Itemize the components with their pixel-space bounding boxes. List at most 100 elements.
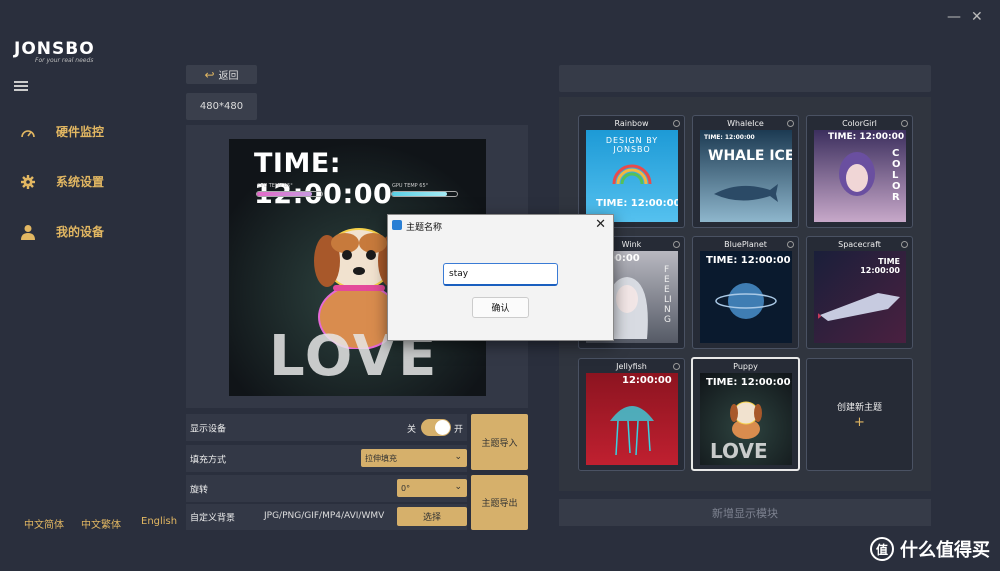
theme-radio[interactable] <box>673 241 680 248</box>
display-device-label: 显示设备 <box>190 424 227 434</box>
theme-card-whaleice[interactable]: WhaleIce TIME: 12:00:00 WHALE ICE <box>692 115 799 228</box>
preview-gpu-bar <box>391 191 458 197</box>
theme-thumbnail: TIME: 12:00:00 <box>700 251 792 343</box>
theme-name: Puppy <box>733 362 758 371</box>
gear-icon <box>20 174 36 190</box>
gauge-icon <box>20 124 36 140</box>
theme-card-blueplanet[interactable]: BluePlanet TIME: 12:00:00 <box>692 236 799 349</box>
nav-system-settings[interactable]: 系统设置 <box>20 173 104 190</box>
theme-time: TIME: 12:00:00 <box>596 198 678 209</box>
rotation-select[interactable]: 0° ⌄ <box>397 479 467 497</box>
theme-export-button[interactable]: 主题导出 <box>471 475 528 530</box>
theme-card-colorgirl[interactable]: ColorGirl TIME: 12:00:00 COLOR <box>806 115 913 228</box>
create-theme-button[interactable]: 创建新主题 + <box>806 358 913 471</box>
theme-time: TIME: 12:00:00 <box>706 377 791 388</box>
display-device-row: 显示设备 关 开 <box>186 414 467 441</box>
theme-gallery: Rainbow DESIGN BY JONSBO TIME: 12:00:00 … <box>559 97 931 491</box>
user-icon <box>20 224 36 240</box>
preview-cpu-bar <box>256 191 323 197</box>
theme-time: TIME: 12:00:00 <box>704 134 755 141</box>
choose-background-button[interactable]: 选择 <box>397 507 467 526</box>
theme-thumbnail: TIME 12:00:00 <box>814 251 906 343</box>
rainbow-icon <box>612 164 652 184</box>
theme-card-puppy[interactable]: Puppy TIME: 12:00:00 LOVE <box>691 357 800 471</box>
theme-radio[interactable] <box>787 241 794 248</box>
theme-thumbnail: TIME: 12:00:00 COLOR <box>814 130 906 222</box>
fill-mode-row: 填充方式 拉伸填充 ⌄ <box>186 445 467 472</box>
theme-thumbnail: DESIGN BY JONSBO TIME: 12:00:00 <box>586 130 678 222</box>
theme-import-button[interactable]: 主题导入 <box>471 414 528 470</box>
theme-extra-text: FEELING <box>664 265 672 325</box>
planet-icon <box>715 283 777 319</box>
add-display-module-button[interactable]: 新增显示模块 <box>559 499 931 526</box>
watermark-logo: 值 <box>870 537 894 561</box>
watermark: 值 什么值得买 <box>870 536 990 562</box>
theme-time: 12:00:00 <box>622 375 672 386</box>
preview-gpu-label: GPU TEMP 65° <box>392 183 429 189</box>
rotation-row: 旋转 0° ⌄ <box>186 475 467 502</box>
back-arrow-icon: ↩ <box>204 67 215 82</box>
whale-icon <box>714 184 778 202</box>
theme-name-dialog: 主题名称 ✕ 确认 <box>387 214 614 341</box>
nav-label: 系统设置 <box>56 175 105 189</box>
plus-icon: + <box>854 414 865 430</box>
resolution-badge: 480*480 <box>186 93 257 120</box>
custom-bg-row: 自定义背景 JPG/PNG/GIF/MP4/AVI/WMV 选择 <box>186 504 467 530</box>
lang-english[interactable]: English <box>141 516 177 527</box>
theme-name: Spacecraft <box>838 240 881 249</box>
theme-time: TIME 12:00:00 <box>860 257 900 275</box>
theme-radio[interactable] <box>673 363 680 370</box>
girl-portrait <box>839 152 875 196</box>
lang-simplified[interactable]: 中文简体 <box>24 516 64 531</box>
chevron-down-icon: ⌄ <box>454 482 462 492</box>
preview-cpu-label: CPU TEMP 65° <box>257 183 293 189</box>
puppy-thumbnail <box>730 401 762 439</box>
dialog-close-button[interactable]: ✕ <box>595 217 606 232</box>
theme-time: TIME: 12:00:00 <box>828 132 905 142</box>
theme-radio[interactable] <box>673 120 680 127</box>
theme-thumbnail: TIME: 12:00:00 WHALE ICE <box>700 130 792 222</box>
back-label: 返回 <box>218 71 239 82</box>
theme-name: Jellyfish <box>616 362 647 371</box>
theme-extra-text: WHALE ICE <box>708 148 792 164</box>
theme-card-jellyfish[interactable]: Jellyfish 12:00:00 <box>578 358 685 471</box>
chevron-down-icon: ⌄ <box>454 452 462 462</box>
theme-extra-text: DESIGN BY JONSBO <box>605 136 659 154</box>
nav-label: 我的设备 <box>56 225 105 239</box>
close-window-button[interactable]: ✕ <box>971 10 983 24</box>
custom-bg-formats: JPG/PNG/GIF/MP4/AVI/WMV <box>264 511 385 521</box>
toggle-knob <box>435 420 450 435</box>
theme-radio[interactable] <box>901 241 908 248</box>
theme-radio[interactable] <box>787 120 794 127</box>
display-toggle[interactable] <box>421 419 451 436</box>
jellyfish-icon <box>610 406 654 456</box>
brand-tagline: For your real needs <box>35 57 94 64</box>
back-button[interactable]: ↩ 返回 <box>186 65 257 84</box>
theme-name: WhaleIce <box>727 119 764 128</box>
theme-name-input[interactable] <box>443 263 558 286</box>
menu-icon[interactable] <box>14 81 28 91</box>
nav-hardware-monitor[interactable]: 硬件监控 <box>20 123 104 140</box>
theme-radio[interactable] <box>901 120 908 127</box>
theme-card-rainbow[interactable]: Rainbow DESIGN BY JONSBO TIME: 12:00:00 <box>578 115 685 228</box>
nav-label: 硬件监控 <box>56 125 105 139</box>
theme-header-bar <box>559 65 931 92</box>
lang-traditional[interactable]: 中文繁体 <box>81 516 121 531</box>
theme-name: BluePlanet <box>724 240 767 249</box>
spacecraft-icon <box>818 293 900 321</box>
dialog-title: 主题名称 <box>406 223 443 233</box>
toggle-off-label: 关 <box>407 425 417 435</box>
minimize-button[interactable]: — <box>947 10 961 24</box>
toggle-on-label: 开 <box>454 425 464 435</box>
theme-extra-text: LOVE <box>710 439 768 463</box>
confirm-button[interactable]: 确认 <box>472 297 529 318</box>
rotation-label: 旋转 <box>190 485 209 495</box>
theme-card-spacecraft[interactable]: Spacecraft TIME 12:00:00 <box>806 236 913 349</box>
fill-mode-select[interactable]: 拉伸填充 ⌄ <box>361 449 467 467</box>
create-theme-label: 创建新主题 <box>836 402 882 413</box>
theme-thumbnail: TIME: 12:00:00 LOVE <box>700 373 792 465</box>
fill-mode-value: 拉伸填充 <box>365 453 397 463</box>
nav-my-devices[interactable]: 我的设备 <box>20 223 104 240</box>
rotation-value: 0° <box>401 483 411 493</box>
theme-name: Rainbow <box>614 119 649 128</box>
